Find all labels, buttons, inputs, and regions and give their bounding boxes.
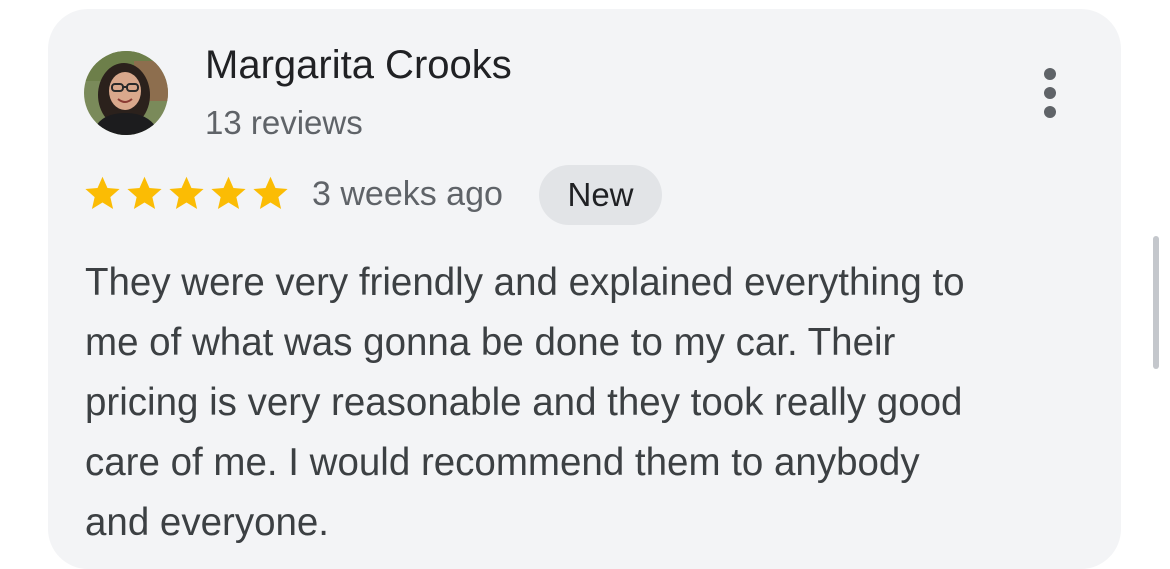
review-text-line: care of me. I would recommend them to an…: [85, 441, 920, 484]
star-icon: [127, 176, 162, 210]
menu-dot: [1044, 68, 1056, 80]
star-icon: [211, 176, 246, 210]
author-name[interactable]: Margarita Crooks: [205, 43, 512, 88]
star-icon: [169, 176, 204, 210]
review-text: They were very friendly and explained ev…: [85, 253, 1085, 553]
review-text-line: pricing is very reasonable and they took…: [85, 381, 963, 424]
menu-dot: [1044, 87, 1056, 99]
scrollbar[interactable]: [1153, 236, 1159, 369]
avatar[interactable]: [84, 51, 168, 135]
review-text-line: and everyone.: [85, 501, 330, 544]
review-text-line: me of what was gonna be done to my car. …: [85, 321, 896, 364]
star-rating: [82, 173, 291, 214]
star-icon: [253, 176, 288, 210]
new-badge: New: [539, 165, 662, 225]
menu-dot: [1044, 106, 1056, 118]
more-vert-icon[interactable]: [1028, 64, 1072, 122]
author-review-count: 13 reviews: [205, 104, 363, 141]
star-icon: [85, 176, 120, 210]
review-time: 3 weeks ago: [312, 175, 503, 213]
avatar-photo: [84, 51, 168, 135]
review-text-line: They were very friendly and explained ev…: [85, 261, 965, 304]
